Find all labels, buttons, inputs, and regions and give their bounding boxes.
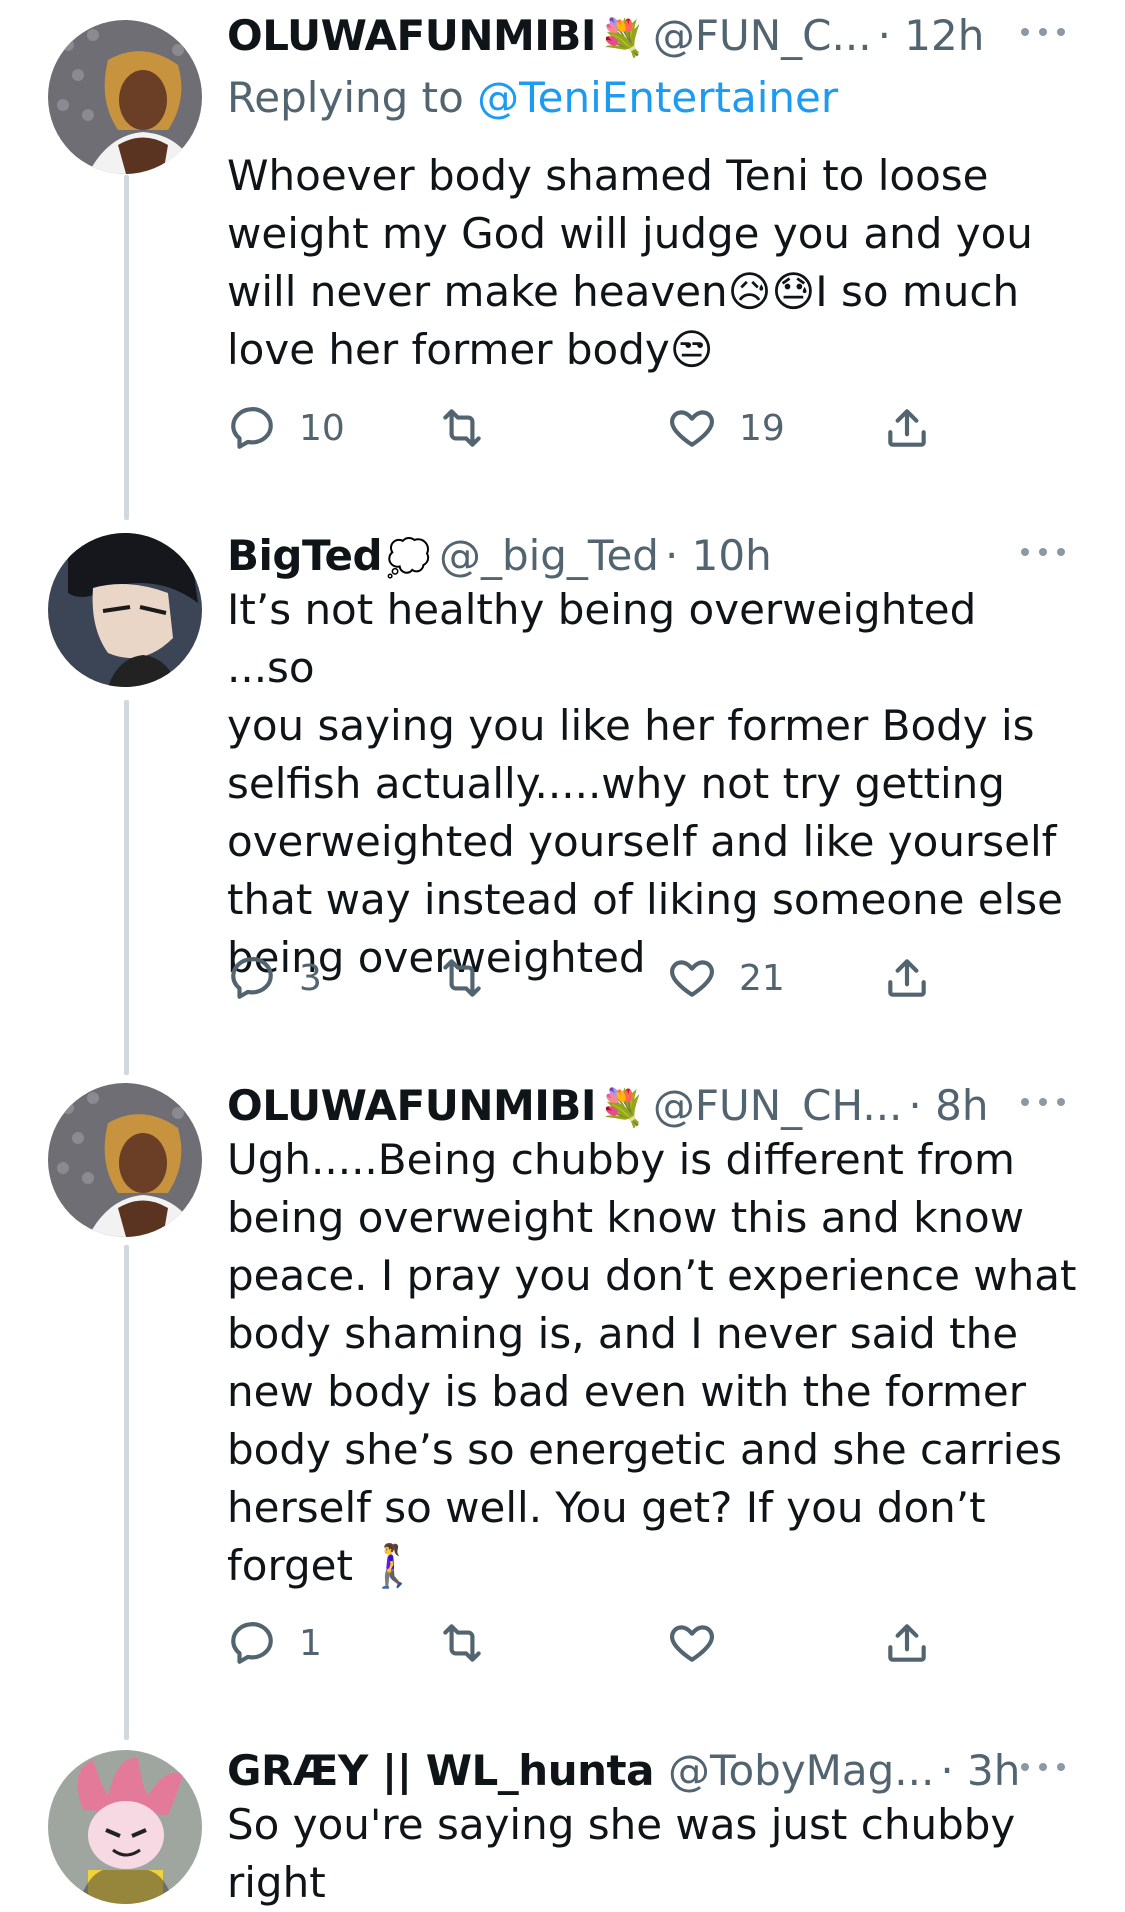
tweet-text-line: that way instead of liking someone else — [227, 875, 1064, 924]
avatar[interactable] — [48, 533, 202, 687]
tweet-header: GRÆY || WL_hunta @TobyMag... · 3h — [227, 1745, 1065, 1797]
like-button[interactable] — [667, 1615, 739, 1671]
bouquet-icon: 💐 — [600, 1088, 645, 1129]
username-handle[interactable]: @FUN_C... — [653, 10, 872, 62]
cartoon-character-icon — [48, 1750, 202, 1904]
replying-to-label: Replying to — [227, 73, 478, 122]
reply-icon — [231, 1621, 273, 1664]
share-icon — [888, 959, 926, 997]
avatar[interactable] — [48, 20, 202, 174]
tweet-text: It’s not healthy being overweighted ...s… — [227, 581, 1077, 987]
display-name[interactable]: OLUWAFUNMIBI — [227, 1080, 597, 1132]
tweet-header: OLUWAFUNMIBI 💐 @FUN_CH... · 8h — [227, 1080, 1065, 1132]
tweet[interactable]: BigTed 💭 @_big_Ted · 10h It’s not health… — [0, 520, 1125, 1050]
retweet-button[interactable] — [437, 950, 509, 1006]
tweet[interactable]: OLUWAFUNMIBI 💐 @FUN_CH... · 8h Ugh.....B… — [0, 1070, 1125, 1710]
tweet-text-line: will never make heaven😥😓I so much — [227, 267, 1020, 316]
avatar[interactable] — [48, 1083, 202, 1237]
like-count: 19 — [739, 407, 785, 449]
tweet-text-line: Ugh.....Being chubby is different from — [227, 1135, 1015, 1184]
share-button[interactable] — [882, 950, 932, 1006]
tweet-actions: 10 19 — [227, 400, 967, 456]
heart-icon — [670, 1625, 714, 1662]
share-icon — [888, 409, 926, 447]
tweet-text-line: It’s not healthy being overweighted ...s… — [227, 585, 977, 692]
tweet-text-line: new body is bad even with the former — [227, 1367, 1026, 1416]
reply-count: 1 — [299, 1622, 322, 1664]
retweet-button[interactable] — [437, 1615, 509, 1671]
tweet-text-line: body she’s so energetic and she carries — [227, 1425, 1063, 1474]
display-name[interactable]: GRÆY || WL_hunta — [227, 1745, 654, 1797]
tweet-text-line: right — [227, 1858, 326, 1907]
tweet-actions: 1 — [227, 1615, 967, 1671]
profile-photo-icon — [48, 20, 202, 174]
reply-count: 3 — [299, 957, 322, 999]
like-count: 21 — [739, 957, 785, 999]
retweet-icon — [443, 959, 481, 997]
retweet-button[interactable] — [437, 400, 509, 456]
tweet-text-line: forget 🚶‍♀️ — [227, 1541, 419, 1590]
tweet-header: BigTed 💭 @_big_Ted · 10h — [227, 530, 1065, 582]
share-button[interactable] — [882, 400, 932, 456]
tweet-text-line: Whoever body shamed Teni to loose — [227, 151, 989, 200]
reply-count: 10 — [299, 407, 345, 449]
reply-icon — [231, 406, 273, 449]
timestamp[interactable]: · 12h — [878, 10, 985, 62]
anime-character-icon — [48, 533, 202, 687]
username-handle[interactable]: @FUN_CH... — [653, 1080, 903, 1132]
reply-icon — [231, 956, 273, 999]
tweet[interactable]: GRÆY || WL_hunta @TobyMag... · 3h So you… — [0, 1735, 1125, 1907]
heart-icon — [670, 960, 714, 997]
tweet-text-line: overweighted yourself and like yourself — [227, 817, 1057, 866]
share-icon — [888, 1624, 926, 1662]
profile-photo-icon — [48, 1083, 202, 1237]
display-name[interactable]: OLUWAFUNMIBI — [227, 10, 597, 62]
username-handle[interactable]: @_big_Ted — [439, 530, 659, 582]
tweet-text-line: body shaming is, and I never said the — [227, 1309, 1019, 1358]
tweet-text-line: you saying you like her former Body is — [227, 701, 1035, 750]
display-name[interactable]: BigTed — [227, 530, 383, 582]
reply-button[interactable]: 10 — [227, 400, 345, 456]
more-options-icon[interactable] — [1021, 1092, 1065, 1112]
like-button[interactable]: 19 — [667, 400, 785, 456]
more-options-icon[interactable] — [1021, 542, 1065, 562]
thought-bubble-icon: 💭 — [386, 538, 431, 579]
tweet-text-line: love her former body😒 — [227, 325, 714, 374]
replying-to-mention[interactable]: @TeniEntertainer — [477, 73, 838, 122]
reply-button[interactable]: 3 — [227, 950, 322, 1006]
retweet-icon — [443, 409, 481, 447]
more-options-icon[interactable] — [1021, 22, 1065, 42]
tweet-text-line: So you're saying she was just chubby — [227, 1800, 1016, 1849]
tweet-text: Whoever body shamed Teni to loose weight… — [227, 147, 1077, 379]
retweet-icon — [443, 1624, 481, 1662]
share-button[interactable] — [882, 1615, 932, 1671]
reply-button[interactable]: 1 — [227, 1615, 322, 1671]
username-handle[interactable]: @TobyMag... — [668, 1745, 934, 1797]
timestamp[interactable]: · 10h — [665, 530, 772, 582]
tweet-text-line: peace. I pray you don’t experience what — [227, 1251, 1077, 1300]
timestamp[interactable]: · 8h — [908, 1080, 988, 1132]
tweet-text-line: selfish actually.....why not try getting — [227, 759, 1005, 808]
avatar[interactable] — [48, 1750, 202, 1904]
tweet-text: So you're saying she was just chubby rig… — [227, 1796, 1077, 1912]
tweet-header: OLUWAFUNMIBI 💐 @FUN_C... · 12h — [227, 10, 1065, 62]
tweet-text-line: herself so well. You get? If you don’t — [227, 1483, 986, 1532]
tweet-text-line: being overweight know this and know — [227, 1193, 1025, 1242]
more-options-icon[interactable] — [1021, 1757, 1065, 1777]
bouquet-icon: 💐 — [600, 18, 645, 59]
tweet-actions: 3 21 — [227, 950, 967, 1006]
tweet-text-line: weight my God will judge you and you — [227, 209, 1033, 258]
tweet[interactable]: OLUWAFUNMIBI 💐 @FUN_C... · 12h Replying … — [0, 0, 1125, 500]
tweet-text: Ugh.....Being chubby is different from b… — [227, 1131, 1077, 1595]
heart-icon — [670, 410, 714, 447]
timestamp[interactable]: · 3h — [940, 1745, 1020, 1797]
like-button[interactable]: 21 — [667, 950, 785, 1006]
replying-to: Replying to @TeniEntertainer — [227, 72, 838, 124]
